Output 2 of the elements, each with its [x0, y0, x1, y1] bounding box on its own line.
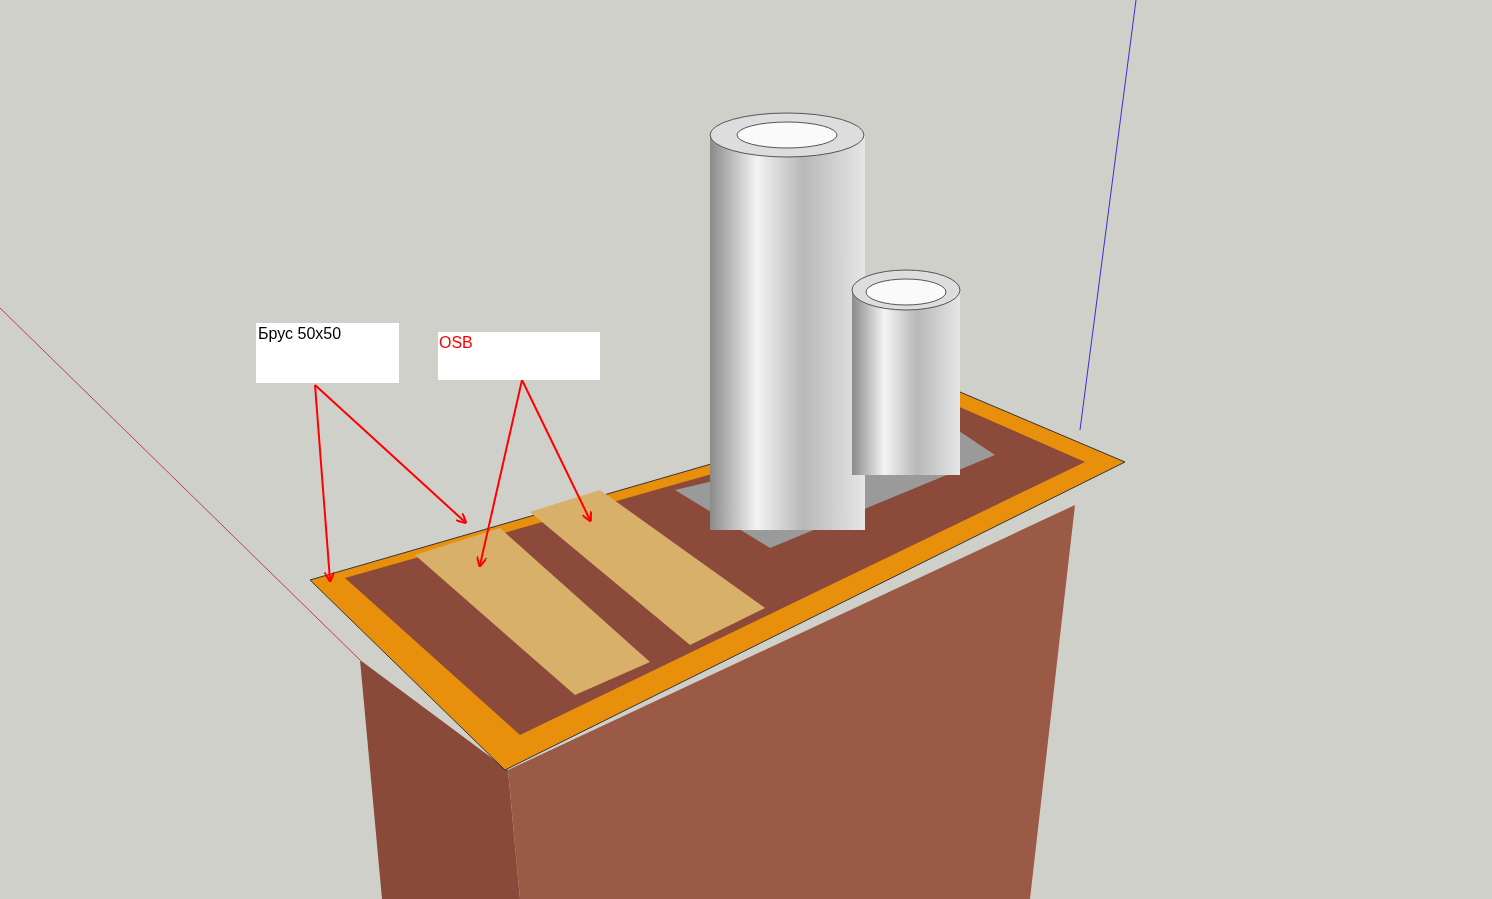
annotation-label: OSB [438, 332, 600, 380]
annotation-label: Брус 50x50 [256, 323, 399, 383]
